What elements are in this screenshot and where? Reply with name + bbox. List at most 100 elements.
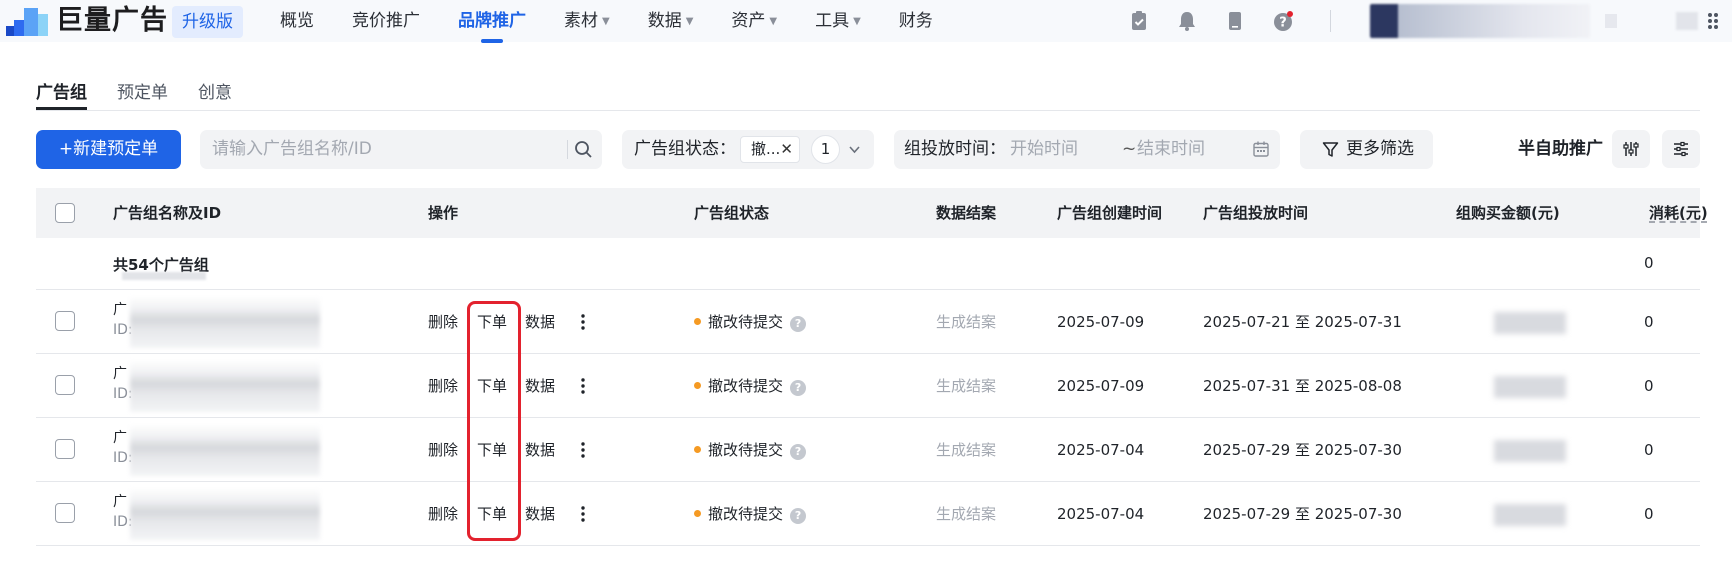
status-cell: 撤改待提交?	[694, 375, 807, 397]
nav-item-tools[interactable]: 工具 ▼	[815, 0, 861, 42]
data-button[interactable]: 数据	[525, 439, 555, 461]
search-icon[interactable]	[574, 140, 593, 159]
help-icon[interactable]: ?	[1272, 10, 1294, 32]
created-date: 2025-07-09	[1057, 377, 1145, 395]
header-extra[interactable]	[1676, 12, 1698, 30]
delivery-time-filter[interactable]: 组投放时间： 开始时间 ~ 结束时间	[894, 130, 1280, 169]
end-time-input[interactable]: 结束时间	[1137, 130, 1205, 169]
row-checkbox[interactable]	[55, 503, 75, 523]
user-account-area[interactable]	[1370, 4, 1590, 38]
redacted-amount	[1494, 312, 1566, 334]
brand-name: 巨量广告	[56, 5, 168, 36]
help-icon[interactable]: ?	[790, 316, 807, 332]
redacted-name	[130, 296, 320, 348]
main-nav-menu: 概览 竞价推广 品牌推广 素材 ▼ 数据 ▼ 资产 ▼ 工具 ▼ 财务	[280, 0, 971, 42]
account-extra	[1605, 14, 1617, 28]
delete-button[interactable]: 删除	[428, 503, 458, 525]
place-order-button[interactable]: 下单	[477, 503, 507, 525]
help-icon[interactable]: ?	[790, 444, 807, 460]
delete-button[interactable]: 删除	[428, 439, 458, 461]
tab-reservation-orders[interactable]: 预定单	[117, 78, 168, 110]
place-order-button[interactable]: 下单	[477, 375, 507, 397]
filter-icon	[1322, 142, 1339, 157]
redacted-name	[130, 360, 320, 412]
table-row: 广 ID: 删除 下单 数据 撤改待提交? 生成结案 2025-07-09 20…	[36, 290, 1700, 354]
nav-item-bidding-promotion[interactable]: 竞价推广	[352, 0, 420, 42]
column-settings-button[interactable]	[1612, 130, 1650, 168]
table-row: 广 ID: 删除 下单 数据 撤改待提交? 生成结案 2025-07-04 20…	[36, 418, 1700, 482]
status-dot	[694, 510, 701, 517]
start-time-input[interactable]: 开始时间	[1010, 130, 1078, 169]
column-header-name: 广告组名称及ID	[113, 204, 222, 222]
row-checkbox[interactable]	[55, 311, 75, 331]
caret-down-icon: ▼	[769, 16, 778, 27]
close-icon[interactable]: ✕	[780, 137, 793, 162]
generate-report-link[interactable]: 生成结案	[936, 375, 996, 397]
chevron-down-icon[interactable]	[848, 143, 861, 156]
more-vertical-icon[interactable]	[580, 504, 586, 524]
redacted-text	[122, 272, 206, 280]
search-input[interactable]: 请输入广告组名称/ID	[200, 130, 602, 169]
time-filter-label: 组投放时间：	[904, 139, 1006, 159]
delivery-period: 2025-07-29 至 2025-07-30	[1203, 505, 1402, 523]
column-header-status: 广告组状态	[694, 204, 770, 222]
help-icon[interactable]: ?	[790, 508, 807, 524]
delete-button[interactable]: 删除	[428, 311, 458, 333]
nav-item-brand-promotion[interactable]: 品牌推广	[458, 0, 526, 42]
sub-tabs: 广告组 预定单 创意	[36, 78, 262, 110]
upgrade-version-tag[interactable]: 升级版	[172, 6, 243, 38]
new-reservation-order-button[interactable]: +新建预定单	[36, 130, 181, 169]
data-button[interactable]: 数据	[525, 311, 555, 333]
generate-report-link[interactable]: 生成结案	[936, 439, 996, 461]
data-button[interactable]: 数据	[525, 375, 555, 397]
bell-icon[interactable]	[1176, 10, 1198, 32]
redacted-amount	[1494, 504, 1566, 526]
status-text: 撤改待提交	[708, 313, 784, 331]
next-row-peek	[36, 549, 1700, 561]
row-checkbox[interactable]	[55, 375, 75, 395]
tab-creatives[interactable]: 创意	[198, 78, 232, 110]
more-filters-button[interactable]: 更多筛选	[1300, 130, 1433, 169]
status-text: 撤改待提交	[708, 377, 784, 395]
more-vertical-icon[interactable]	[580, 376, 586, 396]
place-order-button[interactable]: 下单	[477, 439, 507, 461]
ad-group-status-filter[interactable]: 广告组状态： 撤... ✕ 1	[622, 130, 874, 169]
delivery-period: 2025-07-29 至 2025-07-30	[1203, 441, 1402, 459]
list-settings-button[interactable]	[1662, 130, 1700, 168]
status-filter-tag: 撤... ✕	[740, 136, 800, 163]
caret-down-icon: ▼	[602, 16, 610, 27]
clipboard-check-icon[interactable]	[1128, 10, 1150, 32]
range-separator: ~	[1122, 139, 1137, 159]
search-divider	[567, 140, 568, 159]
apps-grid-icon[interactable]	[1706, 11, 1726, 31]
place-order-button[interactable]: 下单	[477, 311, 507, 333]
table-row: 广 ID: 删除 下单 数据 撤改待提交? 生成结案 2025-07-09 20…	[36, 354, 1700, 418]
status-filter-label: 广告组状态：	[634, 139, 736, 159]
caret-down-icon: ▼	[685, 16, 694, 27]
row-checkbox[interactable]	[55, 439, 75, 459]
data-button[interactable]: 数据	[525, 503, 555, 525]
brand-logo-icon[interactable]	[0, 4, 54, 38]
svg-text:?: ?	[1279, 16, 1287, 31]
calendar-icon[interactable]	[1252, 140, 1270, 158]
delete-button[interactable]: 删除	[428, 375, 458, 397]
phone-icon[interactable]	[1224, 10, 1246, 32]
nav-item-finance[interactable]: 财务	[899, 0, 933, 42]
select-all-checkbox[interactable]	[55, 203, 75, 223]
more-vertical-icon[interactable]	[580, 312, 586, 332]
created-date: 2025-07-04	[1057, 441, 1145, 459]
generate-report-link[interactable]: 生成结案	[936, 503, 996, 525]
column-header-period: 广告组投放时间	[1203, 204, 1309, 222]
nav-item-materials[interactable]: 素材 ▼	[564, 0, 610, 42]
nav-item-assets[interactable]: 资产 ▼	[731, 0, 777, 42]
tab-ad-groups[interactable]: 广告组	[36, 78, 87, 110]
generate-report-link[interactable]: 生成结案	[936, 311, 996, 333]
more-vertical-icon[interactable]	[580, 440, 586, 460]
column-header-amount: 组购买金额(元)	[1456, 204, 1560, 222]
status-dot	[694, 446, 701, 453]
help-icon[interactable]: ?	[790, 380, 807, 396]
redacted-name	[130, 424, 320, 476]
column-header-spend[interactable]: 消耗(元)	[1649, 188, 1708, 238]
nav-item-data[interactable]: 数据 ▼	[648, 0, 694, 42]
nav-item-overview[interactable]: 概览	[280, 0, 314, 42]
